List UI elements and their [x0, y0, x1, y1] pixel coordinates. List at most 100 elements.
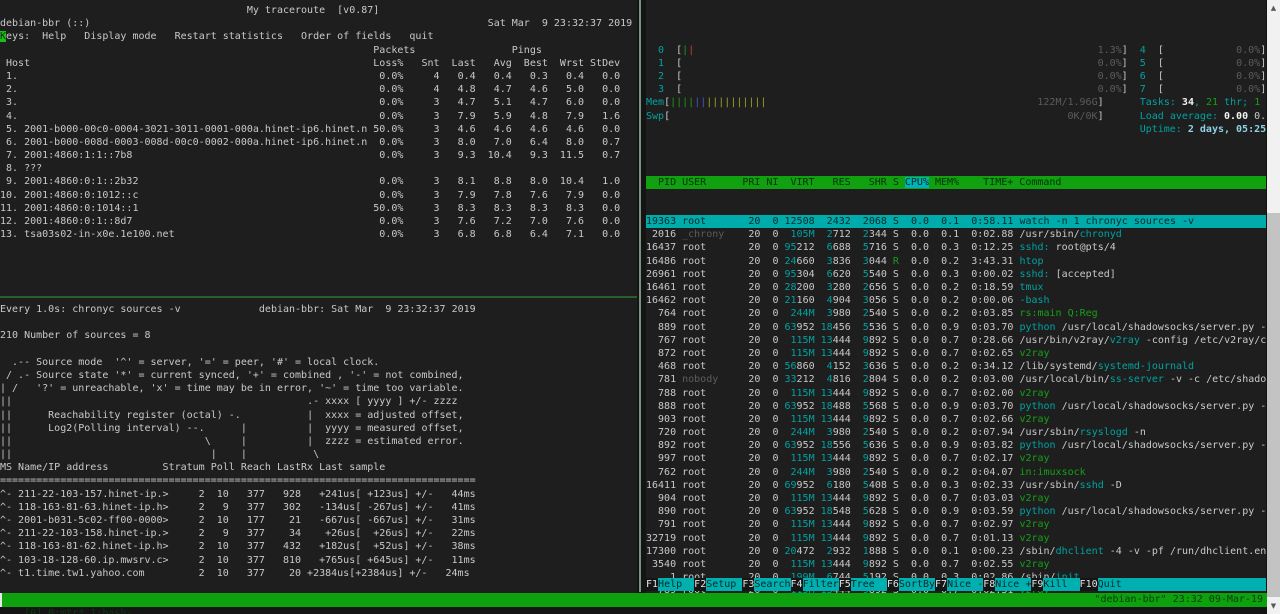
tmux-status-right: "debian-bbr" 23:32 09-Mar-19	[1094, 593, 1263, 607]
scrollbar-thumb[interactable]	[1267, 213, 1280, 597]
terminal-line: ^- 2001-b031-5c02-ff00-0000> 2 10 177 21…	[0, 514, 637, 527]
fkey-label[interactable]: SortBy	[899, 578, 935, 591]
fkey-bar-filler	[1122, 578, 1266, 591]
process-row[interactable]: 19363 root 20 0 12508 2432 2068 S 0.0 0.…	[646, 215, 1266, 228]
terminal-line: 2 [ 0.0%] 6 [ 0.0%]	[646, 70, 1266, 83]
terminal-line: / .- Source state '*' = current synced, …	[0, 369, 637, 382]
fkey-f3[interactable]: F3	[742, 578, 754, 591]
scrollbar-down-icon[interactable]: ▼	[1267, 598, 1280, 614]
process-row[interactable]: 889 root 20 0 63952 18456 5536 S 0.0 0.9…	[646, 321, 1266, 334]
tmux-vertical-pane-border[interactable]	[639, 0, 641, 592]
process-row[interactable]: 888 root 20 0 63952 18488 5568 S 0.0 0.9…	[646, 400, 1266, 413]
fkey-f6[interactable]: F6	[887, 578, 899, 591]
tmux-status-bar: [0] 0:mtr* 1:bash- "debian-bbr" 23:32 09…	[0, 593, 1267, 607]
terminal-line: ^- 118-163-81-63.hinet-ip.h> 2 9 377 302…	[0, 501, 637, 514]
terminal-screen: My traceroute [v0.87]debian-bbr (::) Sat…	[0, 0, 1280, 614]
terminal-line: 11. 2001:4860:0:1014::1 50.0% 3 8.3 8.3 …	[0, 202, 637, 215]
terminal-line: 2. 0.0% 4 4.8 4.7 4.6 5.0 0.0	[0, 83, 637, 96]
fkey-f5[interactable]: F5	[839, 578, 851, 591]
fkey-label[interactable]: Nice +	[995, 578, 1031, 591]
process-row[interactable]: 903 root 20 0 115M 13444 9892 S 0.0 0.7 …	[646, 413, 1266, 426]
process-row[interactable]: 16437 root 20 0 95212 6688 5716 S 0.0 0.…	[646, 241, 1266, 254]
scrollbar-up-icon[interactable]: ▲	[1267, 0, 1280, 16]
terminal-line	[646, 136, 1266, 149]
process-table: 19363 root 20 0 12508 2432 2068 S 0.0 0.…	[646, 215, 1266, 596]
fkey-label[interactable]: Filter	[803, 578, 839, 591]
terminal-line: 3. 0.0% 3 4.7 5.1 4.7 6.0 0.0	[0, 96, 637, 109]
process-row[interactable]: 16411 root 20 0 69952 6180 5408 S 0.0 0.…	[646, 479, 1266, 492]
tmux-window-list[interactable]: [0] 0:mtr* 1:bash-	[24, 608, 132, 614]
terminal-line: ========================================…	[0, 474, 637, 487]
fkey-label[interactable]: Kill	[1043, 578, 1079, 591]
terminal-line: ^- 103-18-128-60.ip.mwsrv.c> 2 10 377 81…	[0, 554, 637, 567]
terminal-line: Mem[|||||||||||||||| 122M/1.96G] Tasks: …	[646, 96, 1266, 109]
fkey-label[interactable]: Search	[754, 578, 790, 591]
fkey-f1[interactable]: F1	[646, 578, 658, 591]
fkey-label[interactable]: Setup	[706, 578, 742, 591]
process-row[interactable]: 762 root 20 0 244M 3980 2540 S 0.0 0.2 0…	[646, 466, 1266, 479]
fkey-f9[interactable]: F9	[1031, 578, 1043, 591]
scrollbar[interactable]: ▲ ▼	[1267, 0, 1280, 614]
process-row[interactable]: 3540 root 20 0 115M 13444 9892 S 0.0 0.7…	[646, 558, 1266, 571]
htop-meters: 0 [|| 1.3%] 4 [ 0.0%] 1 [ 0.0%] 5 [ 0	[646, 30, 1266, 149]
process-row[interactable]: 468 root 20 0 56860 4152 3636 S 0.0 0.2 …	[646, 360, 1266, 373]
pane-watch-chronyc: Every 1.0s: chronyc sources -v debian-bb…	[0, 298, 637, 597]
fkey-f10[interactable]: F10	[1080, 578, 1098, 591]
terminal-line: || Reachability register (octal) -. | xx…	[0, 409, 637, 422]
process-row[interactable]: 767 root 20 0 115M 13444 9892 S 0.0 0.7 …	[646, 334, 1266, 347]
process-row[interactable]: 720 root 20 0 244M 3980 2540 S 0.0 0.2 0…	[646, 426, 1266, 439]
process-row[interactable]: 16462 root 20 0 21160 4904 3056 S 0.0 0.…	[646, 294, 1266, 307]
terminal-line: My traceroute [v0.87]	[0, 4, 637, 17]
terminal-line: 1 [ 0.0%] 5 [ 0.0%]	[646, 57, 1266, 70]
terminal-line: Swp[ 0K/0K] Load average: 0.00 0.00 0.00	[646, 110, 1266, 123]
terminal-line	[0, 343, 637, 356]
process-row[interactable]: 17300 root 20 0 20472 2932 1888 S 0.0 0.…	[646, 545, 1266, 558]
process-table-header[interactable]: PID USER PRI NI VIRT RES SHR S CPU% MEM%…	[646, 176, 1266, 189]
terminal-line: 8. ???	[0, 162, 637, 175]
fkey-label[interactable]: Help	[658, 578, 694, 591]
fkey-label[interactable]: Quit	[1098, 578, 1122, 591]
terminal-line: ^- 211-22-103-157.hinet-ip.> 2 10 377 92…	[0, 488, 637, 501]
fkey-label[interactable]: Nice -	[947, 578, 983, 591]
terminal-line: || \ | | zzzz = estimated error.	[0, 435, 637, 448]
fkey-f7[interactable]: F7	[935, 578, 947, 591]
terminal-line: 4. 0.0% 3 7.9 5.9 4.8 7.9 1.6	[0, 110, 637, 123]
process-row[interactable]: 872 root 20 0 115M 13444 9892 S 0.0 0.7 …	[646, 347, 1266, 360]
terminal-line: 13. tsa03s02-in-x0e.1e100.net 0.0% 3 6.8…	[0, 228, 637, 241]
process-row[interactable]: 788 root 20 0 115M 13444 9892 S 0.0 0.7 …	[646, 387, 1266, 400]
process-row[interactable]: 890 root 20 0 63952 18548 5628 S 0.0 0.9…	[646, 505, 1266, 518]
fkey-label[interactable]: Tree	[851, 578, 887, 591]
fkey-f8[interactable]: F8	[983, 578, 995, 591]
terminal-line: || Log2(Polling interval) --. | | yyyy =…	[0, 422, 637, 435]
terminal-line: 1. 0.0% 4 0.4 0.4 0.3 0.4 0.0	[0, 70, 637, 83]
terminal-line: 7. 2001:4860:1:1::7b8 0.0% 3 9.3 10.4 9.…	[0, 149, 637, 162]
process-row[interactable]: 32719 root 20 0 115M 13444 9892 S 0.0 0.…	[646, 532, 1266, 545]
process-row[interactable]: 26961 root 20 0 95304 6620 5540 S 0.0 0.…	[646, 268, 1266, 281]
terminal-line: 0 [|| 1.3%] 4 [ 0.0%]	[646, 44, 1266, 57]
fkey-f2[interactable]: F2	[694, 578, 706, 591]
terminal-line: 10. 2001:4860:0:1012::c 0.0% 3 7.9 7.8 7…	[0, 189, 637, 202]
terminal-line: 12. 2001:4860:0:1::8d7 0.0% 3 7.6 7.2 7.…	[0, 215, 637, 228]
terminal-line	[0, 316, 637, 329]
terminal-line: .-- Source mode '^' = server, '=' = peer…	[0, 356, 637, 369]
process-row[interactable]: 16461 root 20 0 28200 3280 2656 S 0.0 0.…	[646, 281, 1266, 294]
terminal-line: Host Loss% Snt Last Avg Best Wrst StDev	[0, 57, 637, 70]
process-row[interactable]: 2016 _chrony 20 0 105M 2712 2344 S 0.0 0…	[646, 228, 1266, 241]
terminal-line: Keys: Help Display mode Restart statisti…	[0, 30, 637, 43]
fkey-f4[interactable]: F4	[791, 578, 803, 591]
process-row[interactable]: 791 root 20 0 115M 13444 9892 S 0.0 0.7 …	[646, 518, 1266, 531]
terminal-line: ^- 118-163-81-62.hinet-ip.h> 2 10 377 43…	[0, 540, 637, 553]
terminal-line	[646, 30, 1266, 43]
process-row[interactable]: 781 nobody 20 0 33212 4816 2804 S 0.0 0.…	[646, 373, 1266, 386]
process-row[interactable]: 764 root 20 0 244M 3980 2540 S 0.0 0.2 0…	[646, 307, 1266, 320]
terminal-line: 6. 2001-b000-008d-0003-008d-00c0-0002-00…	[0, 136, 637, 149]
terminal-line: Uptime: 2 days, 05:25:42	[646, 123, 1266, 136]
terminal-line: 5. 2001-b000-00c0-0004-3021-3011-0001-00…	[0, 123, 637, 136]
process-row[interactable]: 16486 root 20 0 24660 3836 3044 R 0.0 0.…	[646, 255, 1266, 268]
process-row[interactable]: 997 root 20 0 115M 13444 9892 S 0.0 0.7 …	[646, 452, 1266, 465]
pane-mtr: My traceroute [v0.87]debian-bbr (::) Sat…	[0, 0, 637, 300]
terminal-line: MS Name/IP address Stratum Poll Reach La…	[0, 461, 637, 474]
process-row[interactable]: 904 root 20 0 115M 13444 9892 S 0.0 0.7 …	[646, 492, 1266, 505]
terminal-line: Packets Pings	[0, 44, 637, 57]
process-row[interactable]: 892 root 20 0 63952 18556 5636 S 0.0 0.9…	[646, 439, 1266, 452]
